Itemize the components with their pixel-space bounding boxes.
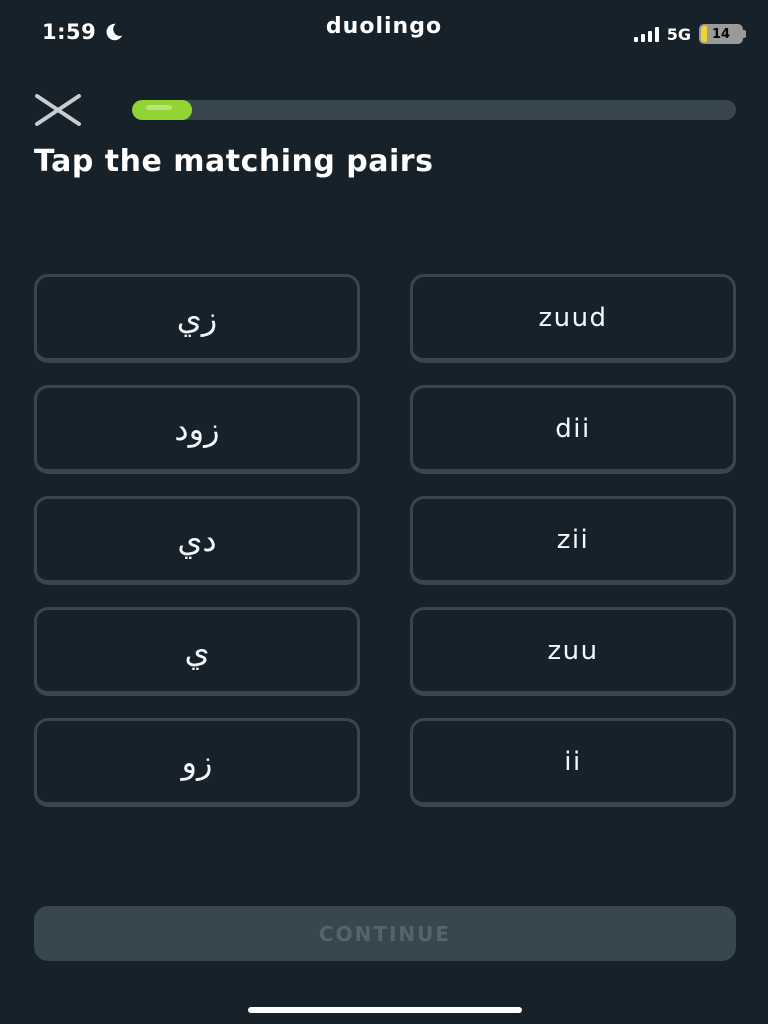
right-tile-1[interactable]: zuud bbox=[410, 274, 736, 363]
left-tile-3[interactable]: دي bbox=[34, 496, 360, 585]
left-tile-1[interactable]: زي bbox=[34, 274, 360, 363]
battery-level: 14 bbox=[711, 26, 731, 42]
tile-label: دي bbox=[177, 520, 217, 559]
tile-label: زود bbox=[174, 409, 220, 448]
battery-fill bbox=[701, 26, 707, 42]
lesson-progress-bar bbox=[132, 100, 736, 120]
continue-button[interactable]: CONTINUE bbox=[34, 906, 736, 961]
home-indicator[interactable] bbox=[248, 1007, 522, 1013]
tile-label: ii bbox=[564, 746, 582, 777]
right-tile-4[interactable]: zuu bbox=[410, 607, 736, 696]
lesson-screen: 1:59 duolingo 5G 14 Tap the matching pai… bbox=[0, 0, 768, 1024]
right-tile-2[interactable]: dii bbox=[410, 385, 736, 474]
status-bar-indicators: 5G 14 bbox=[633, 24, 746, 44]
progress-fill bbox=[132, 100, 193, 120]
instruction-title: Tap the matching pairs bbox=[34, 144, 434, 179]
tile-label: زو bbox=[181, 742, 213, 781]
left-tile-5[interactable]: زو bbox=[34, 718, 360, 807]
tile-label: dii bbox=[555, 413, 591, 444]
cellular-signal-icon bbox=[633, 26, 659, 42]
close-icon[interactable] bbox=[34, 94, 82, 126]
right-tile-5[interactable]: ii bbox=[410, 718, 736, 807]
matching-pairs-grid: زي zuud زود dii دي zii ي zuu زو ii bbox=[34, 274, 736, 807]
network-type: 5G bbox=[666, 24, 691, 44]
battery-icon: 14 bbox=[699, 24, 746, 44]
tile-label: zii bbox=[556, 524, 590, 555]
tile-label: zuud bbox=[538, 302, 608, 333]
tile-label: zuu bbox=[547, 635, 599, 666]
right-tile-3[interactable]: zii bbox=[410, 496, 736, 585]
tile-label: ي bbox=[184, 631, 210, 670]
left-tile-2[interactable]: زود bbox=[34, 385, 360, 474]
tile-label: زي bbox=[176, 298, 218, 337]
left-tile-4[interactable]: ي bbox=[34, 607, 360, 696]
